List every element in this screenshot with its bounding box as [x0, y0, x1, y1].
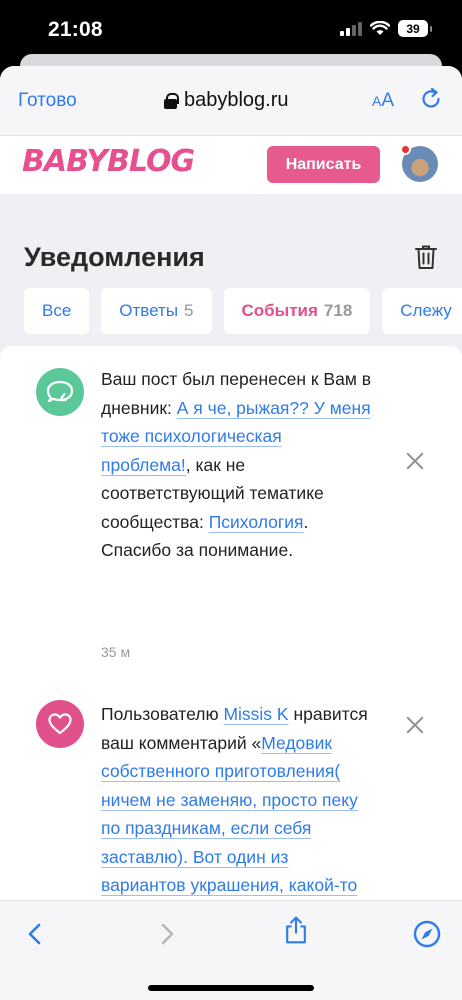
notification-dot [400, 144, 411, 155]
status-icons: 39 [340, 20, 432, 37]
notification-text: Ваш пост был перенесен к Вам в дневник: … [101, 365, 376, 565]
tab-events[interactable]: События 718 [223, 288, 371, 334]
notification-tabs: Все Ответы 5 События 718 Слежу [24, 288, 462, 334]
notification-time: 35 м [101, 644, 131, 660]
write-button[interactable]: Написать [267, 146, 380, 183]
site-header: BABYBLOG Написать [0, 136, 462, 194]
done-button[interactable]: Готово [18, 90, 77, 112]
tab-label: Все [42, 301, 72, 320]
page-title: Уведомления [24, 242, 205, 272]
back-icon[interactable] [20, 919, 50, 949]
comment-link[interactable]: Медовик собственного приготовления( ниче… [101, 733, 358, 924]
tab-label: События [241, 301, 318, 320]
home-indicator [148, 985, 314, 991]
tab-label: Слежу [400, 301, 452, 320]
babyblog-logo[interactable]: BABYBLOG [22, 144, 195, 179]
tab-all[interactable]: Все [24, 288, 90, 334]
close-icon[interactable] [406, 716, 424, 734]
text-size-button[interactable]: AA [372, 90, 394, 112]
notifications-header: Уведомления Все Ответы 5 События 718 Сле… [0, 194, 462, 354]
notifications-list: Ваш пост был перенесен к Вам в дневник: … [0, 346, 462, 924]
tab-following[interactable]: Слежу [382, 288, 462, 334]
tab-label: Ответы [119, 301, 179, 320]
tab-count: 5 [184, 301, 194, 320]
heart-icon [36, 700, 84, 748]
cellular-signal-icon [340, 21, 362, 36]
wifi-icon [370, 21, 390, 35]
close-icon[interactable] [406, 452, 424, 470]
address-bar[interactable]: babyblog.ru [164, 89, 289, 112]
chat-bubble-icon [36, 368, 84, 416]
browser-top-bar: Готово babyblog.ru AA [0, 66, 462, 136]
tab-count: 718 [323, 301, 353, 320]
share-icon[interactable] [281, 915, 311, 945]
reload-icon[interactable] [418, 86, 444, 112]
status-time: 21:08 [48, 18, 103, 41]
battery-level: 39 [398, 20, 428, 37]
user-link[interactable]: Missis K [223, 704, 288, 724]
community-link[interactable]: Психология [209, 512, 304, 532]
avatar[interactable] [400, 144, 438, 182]
url-text: babyblog.ru [184, 89, 289, 111]
trash-icon[interactable] [415, 244, 437, 270]
browser-sheet: Готово babyblog.ru AA BABYBLOG Написать … [0, 66, 462, 1000]
forward-icon[interactable] [152, 919, 182, 949]
status-bar: 21:08 39 [0, 0, 462, 62]
tab-replies[interactable]: Ответы 5 [101, 288, 212, 334]
browser-bottom-toolbar [0, 900, 462, 1000]
notification-text-part: Пользователю [101, 704, 224, 724]
compass-icon[interactable] [412, 919, 442, 949]
battery-icon: 39 [398, 20, 432, 37]
text-size-large-a: A [381, 90, 395, 111]
text-size-small-a: A [372, 93, 382, 109]
notification-text: Пользователю Missis K нравится ваш комме… [101, 700, 376, 928]
lock-icon [164, 92, 179, 109]
